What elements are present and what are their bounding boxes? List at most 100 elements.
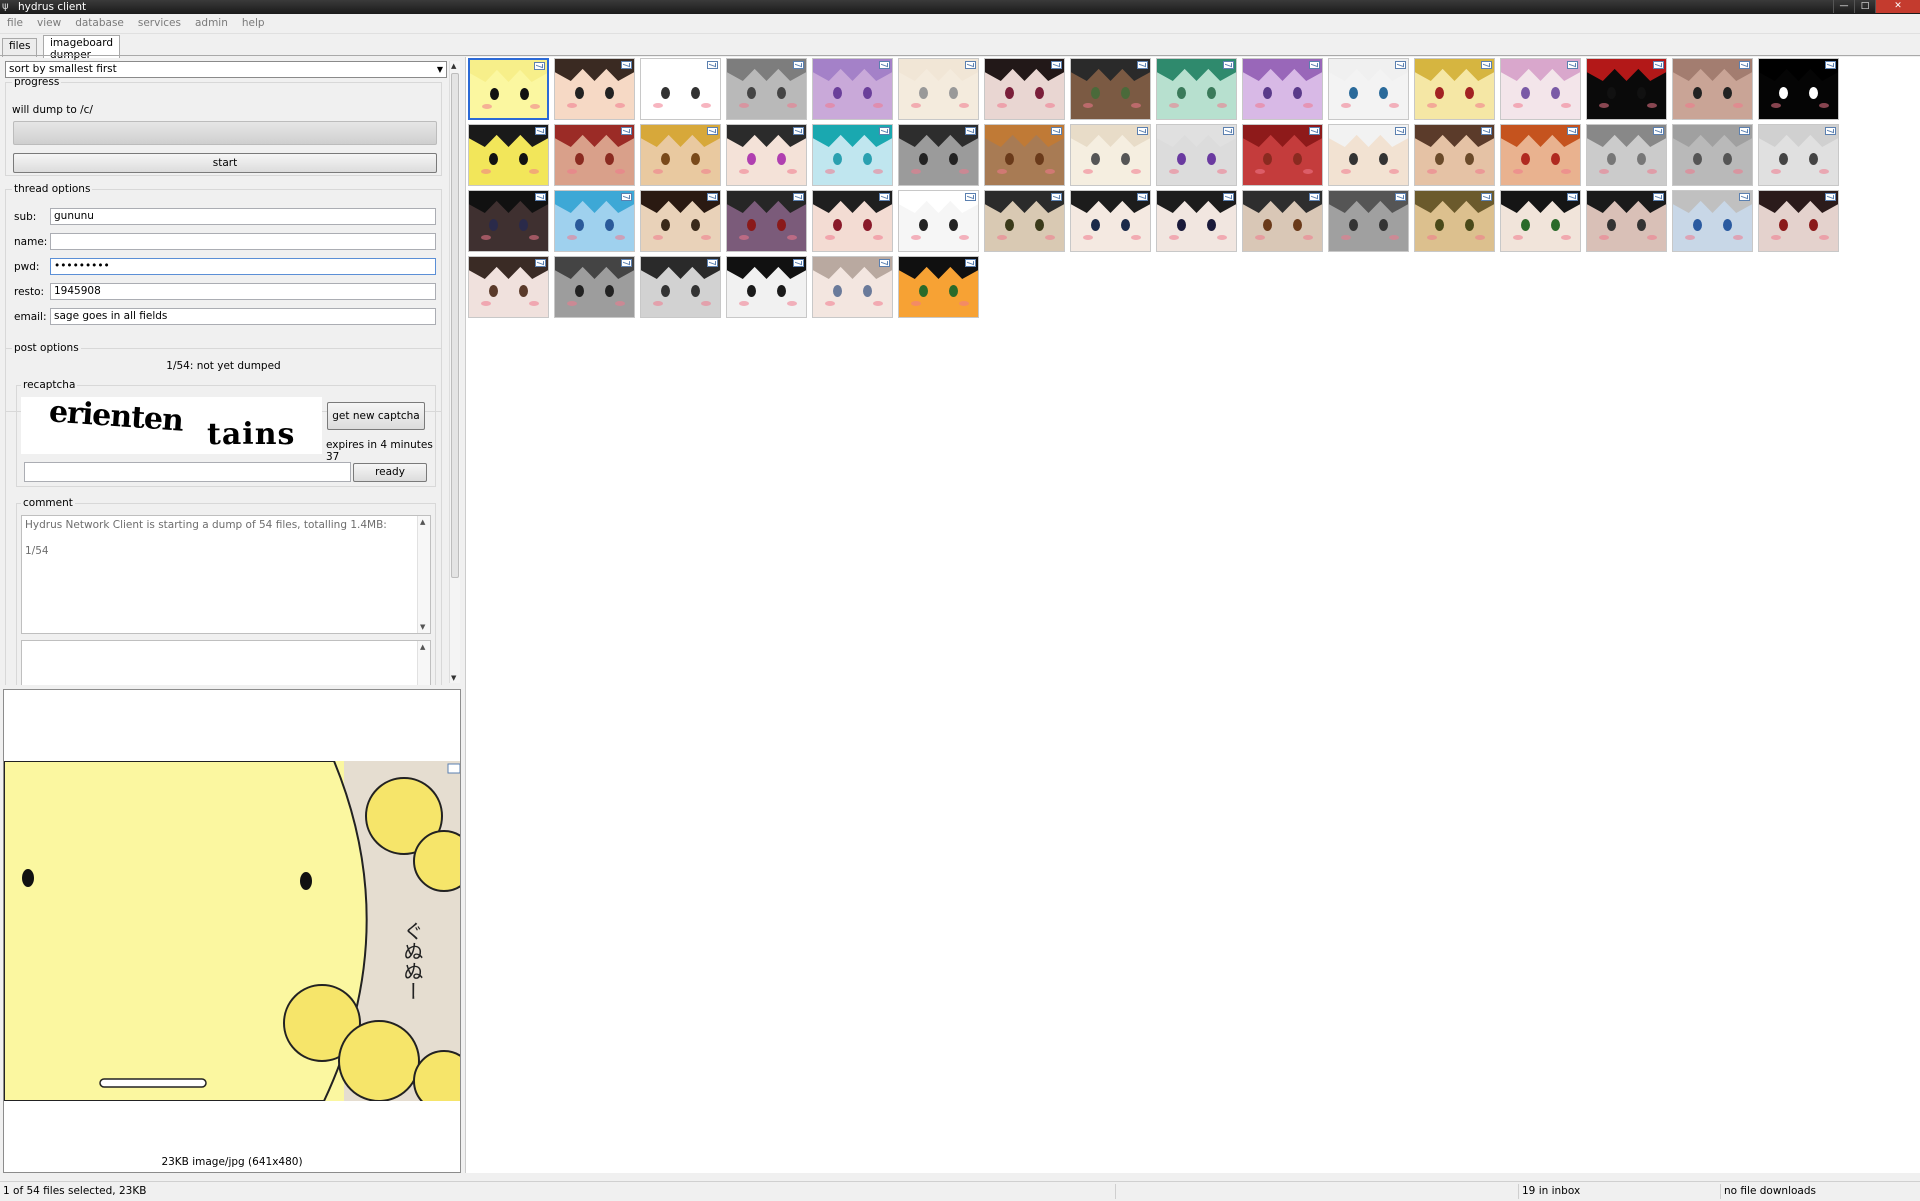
- menu-services[interactable]: services: [131, 15, 188, 31]
- thumbnail-eye: [519, 285, 528, 297]
- comment-line-2: 1/54: [25, 545, 49, 557]
- menu-help[interactable]: help: [235, 15, 272, 31]
- thumbnail[interactable]: [1414, 124, 1495, 186]
- comment-scrollbar[interactable]: ▲ ▼: [417, 516, 430, 633]
- thumbnail[interactable]: [1586, 58, 1667, 120]
- comment-textarea[interactable]: Hydrus Network Client is starting a dump…: [21, 515, 431, 634]
- thumbnail[interactable]: [554, 256, 635, 318]
- thumbnail[interactable]: [468, 58, 549, 120]
- close-icon[interactable]: ✕: [1875, 0, 1920, 13]
- thumbnail[interactable]: [898, 256, 979, 318]
- thumbnail[interactable]: [1070, 190, 1151, 252]
- thumbnail[interactable]: [1156, 190, 1237, 252]
- sub-label: sub:: [14, 211, 37, 223]
- sub-field[interactable]: gununu: [50, 208, 436, 225]
- thumbnail[interactable]: [1500, 190, 1581, 252]
- thumbnail[interactable]: [726, 58, 807, 120]
- thumbnail[interactable]: [640, 124, 721, 186]
- thumbnail[interactable]: [1414, 190, 1495, 252]
- scroll-up-icon[interactable]: ▲: [451, 62, 456, 70]
- thumbnail[interactable]: [984, 124, 1065, 186]
- thumbnail[interactable]: [898, 58, 979, 120]
- thumbnail[interactable]: [984, 58, 1065, 120]
- thumbnail[interactable]: [1242, 124, 1323, 186]
- thumbnail[interactable]: [1156, 124, 1237, 186]
- thumbnail[interactable]: [812, 190, 893, 252]
- thumbnail[interactable]: [1242, 190, 1323, 252]
- thread-options-title: thread options: [12, 183, 93, 195]
- inbox-envelope-icon: [1653, 61, 1664, 69]
- thumbnail[interactable]: [640, 58, 721, 120]
- thumbnail[interactable]: [1758, 190, 1839, 252]
- thumbnail[interactable]: [1070, 124, 1151, 186]
- menu-view[interactable]: view: [30, 15, 68, 31]
- inbox-envelope-icon: [1395, 193, 1406, 201]
- menu-database[interactable]: database: [68, 15, 131, 31]
- menu-file[interactable]: file: [0, 15, 30, 31]
- thumbnail[interactable]: [1070, 58, 1151, 120]
- thumbnail[interactable]: [468, 190, 549, 252]
- email-field[interactable]: sage goes in all fields: [50, 308, 436, 325]
- thumbnail[interactable]: [468, 256, 549, 318]
- thumbnail[interactable]: [1672, 58, 1753, 120]
- thumbnail[interactable]: [984, 190, 1065, 252]
- captcha-answer-input[interactable]: [24, 462, 351, 482]
- inbox-envelope-icon: [879, 127, 890, 135]
- start-button[interactable]: start: [13, 153, 437, 173]
- media-preview[interactable]: ぐぬぬー 23KB image/jpg (641x480): [3, 689, 461, 1173]
- thumbnail[interactable]: [726, 256, 807, 318]
- resto-field[interactable]: 1945908: [50, 283, 436, 300]
- thumbnail-blush: [1169, 103, 1179, 108]
- thumbnail-blush: [1341, 169, 1351, 174]
- thumbnail[interactable]: [726, 124, 807, 186]
- thumbnail[interactable]: [1414, 58, 1495, 120]
- maximize-icon[interactable]: □: [1854, 0, 1875, 13]
- thumbnail-eye: [661, 153, 670, 165]
- ready-button[interactable]: ready: [353, 463, 427, 482]
- thumbnail[interactable]: [640, 256, 721, 318]
- thumbnail[interactable]: [1586, 190, 1667, 252]
- pwd-field[interactable]: •••••••••: [50, 258, 436, 275]
- thumbnail[interactable]: [898, 124, 979, 186]
- thumbnail[interactable]: [898, 190, 979, 252]
- thumbnail[interactable]: [1328, 190, 1409, 252]
- sort-dropdown[interactable]: sort by smallest first ▼: [5, 61, 447, 78]
- thumbnail-eye: [833, 153, 842, 165]
- scroll-down-icon[interactable]: ▼: [451, 674, 456, 682]
- thumbnail[interactable]: [1242, 58, 1323, 120]
- thumbnail[interactable]: [812, 256, 893, 318]
- thumbnail[interactable]: [1156, 58, 1237, 120]
- second-comment-textarea[interactable]: ▲: [21, 640, 431, 685]
- thumbnail[interactable]: [554, 124, 635, 186]
- captcha-expiry-label: expires in 4 minutes 37: [326, 439, 433, 463]
- thumbnail[interactable]: [1758, 58, 1839, 120]
- second-comment-scrollbar[interactable]: ▲: [417, 641, 430, 685]
- thumbnail-blush: [481, 235, 491, 240]
- thumbnail[interactable]: [1672, 124, 1753, 186]
- name-field[interactable]: [50, 233, 436, 250]
- get-new-captcha-button[interactable]: get new captcha: [327, 402, 425, 430]
- thumbnail[interactable]: [812, 124, 893, 186]
- thumbnail[interactable]: [554, 58, 635, 120]
- minimize-icon[interactable]: —: [1833, 0, 1854, 13]
- thumbnail-eye: [489, 285, 498, 297]
- thumbnail-eye: [1177, 153, 1186, 165]
- options-scrollbar[interactable]: ▲ ▼: [449, 61, 460, 683]
- thumbnail[interactable]: [1328, 124, 1409, 186]
- thumbnail[interactable]: [1500, 124, 1581, 186]
- thumbnail[interactable]: [468, 124, 549, 186]
- scrollbar-thumb[interactable]: [451, 73, 459, 578]
- thumbnail[interactable]: [1500, 58, 1581, 120]
- inbox-envelope-icon: [621, 61, 632, 69]
- thumbnail[interactable]: [812, 58, 893, 120]
- thumbnail-eye: [661, 87, 670, 99]
- thumbnail[interactable]: [1586, 124, 1667, 186]
- menu-admin[interactable]: admin: [188, 15, 235, 31]
- thumbnail-eye: [1551, 87, 1560, 99]
- thumbnail[interactable]: [554, 190, 635, 252]
- thumbnail[interactable]: [726, 190, 807, 252]
- thumbnail[interactable]: [1672, 190, 1753, 252]
- thumbnail[interactable]: [640, 190, 721, 252]
- thumbnail[interactable]: [1758, 124, 1839, 186]
- thumbnail[interactable]: [1328, 58, 1409, 120]
